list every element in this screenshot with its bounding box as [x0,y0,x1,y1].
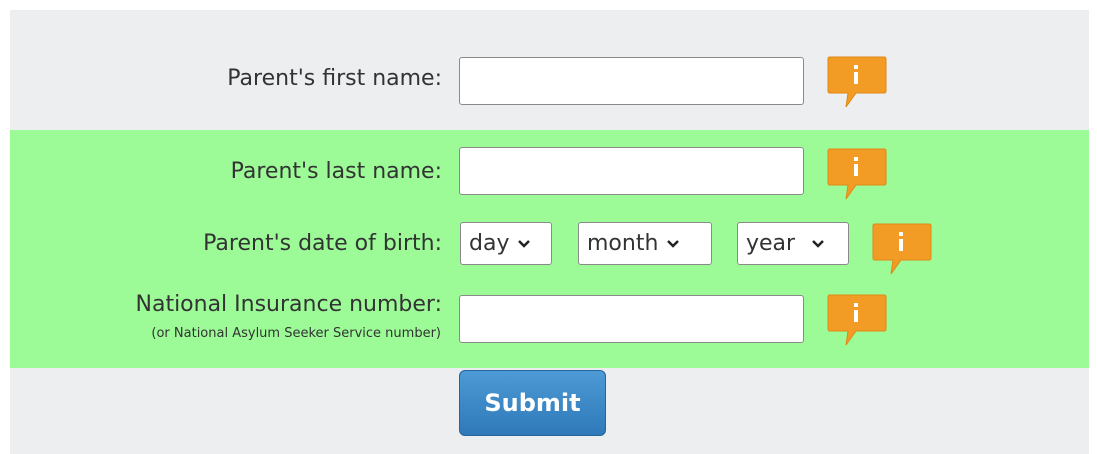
info-icon[interactable] [826,147,888,201]
first-name-label: Parent's first name: [227,66,442,91]
dob-label: Parent's date of birth: [203,231,442,256]
dob-month-value: month [587,231,659,256]
first-name-input[interactable] [459,57,804,105]
ni-number-sublabel: (or National Asylum Seeker Service numbe… [151,326,441,341]
chevron-down-icon [666,237,680,251]
dob-day-select[interactable]: day [460,222,552,265]
info-icon[interactable] [871,222,933,276]
info-icon[interactable] [826,293,888,347]
last-name-input[interactable] [459,147,804,195]
dob-year-value: year [746,231,796,256]
dob-day-value: day [469,231,510,256]
ni-number-input[interactable] [459,295,804,343]
chevron-down-icon [517,237,531,251]
dob-year-select[interactable]: year [737,222,849,265]
submit-button[interactable]: Submit [459,370,606,436]
last-name-label: Parent's last name: [230,159,442,184]
info-icon[interactable] [826,55,888,109]
chevron-down-icon [811,237,825,251]
dob-month-select[interactable]: month [578,222,712,265]
ni-number-label: National Insurance number: [135,292,443,317]
